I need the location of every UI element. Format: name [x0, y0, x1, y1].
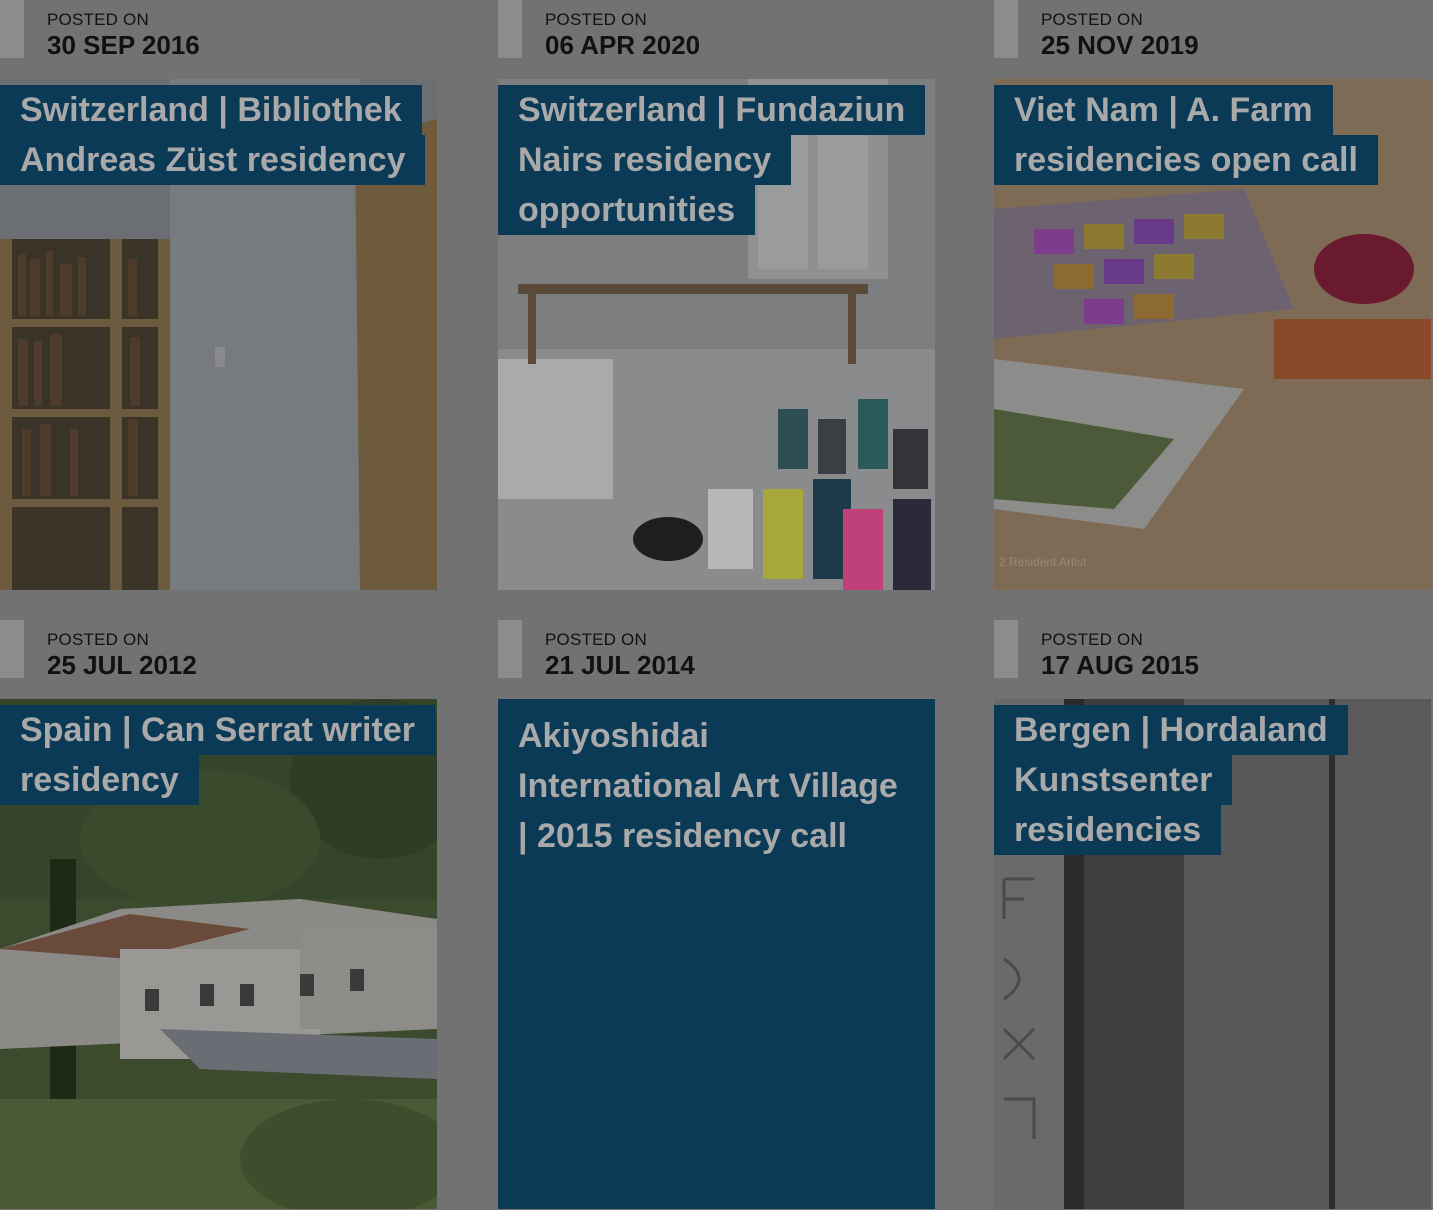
- post-date: 06 APR 2020: [545, 30, 701, 60]
- post-meta: POSTED ON 17 AUG 2015: [994, 620, 1431, 699]
- post-card[interactable]: POSTED ON 25 NOV 2019 2 Resident Artist: [994, 0, 1431, 590]
- post-title-wrap: Spain | Can Serrat writer residency: [0, 705, 435, 805]
- post-title[interactable]: Switzerland | Fundaziun Nairs residency …: [498, 85, 926, 235]
- posted-on-label: POSTED ON: [545, 10, 647, 29]
- post-thumbnail[interactable]: 2 Resident Artist Viet Nam | A. Farm res…: [994, 79, 1431, 590]
- post-card[interactable]: POSTED ON 21 JUL 2014 Akiyoshidai Intern…: [498, 620, 935, 1209]
- post-thumbnail[interactable]: Switzerland | Bibliothek Andreas Züst re…: [0, 79, 437, 590]
- post-title-wrap: Viet Nam | A. Farm residencies open call: [994, 85, 1421, 185]
- post-title-wrap: Switzerland | Bibliothek Andreas Züst re…: [0, 85, 427, 185]
- post-meta: POSTED ON 21 JUL 2014: [498, 620, 935, 699]
- post-date: 30 SEP 2016: [47, 30, 200, 60]
- post-meta: POSTED ON 25 NOV 2019: [994, 0, 1431, 79]
- meta-accent-bar: [498, 620, 522, 678]
- post-thumbnail[interactable]: Spain | Can Serrat writer residency: [0, 699, 437, 1209]
- post-meta: POSTED ON 25 JUL 2012: [0, 620, 437, 699]
- posted-on-label: POSTED ON: [1041, 10, 1143, 29]
- post-thumbnail[interactable]: Akiyoshidai International Art Village | …: [498, 699, 935, 1209]
- post-title[interactable]: Akiyoshidai International Art Village | …: [518, 711, 905, 861]
- post-meta: POSTED ON 06 APR 2020: [498, 0, 935, 79]
- post-card[interactable]: POSTED ON 30 SEP 2016 Switzerland | Bibl…: [0, 0, 437, 590]
- post-card[interactable]: POSTED ON 17 AUG 2015 Bergen | Hordaland…: [994, 620, 1431, 1209]
- post-thumbnail[interactable]: Switzerland | Fundaziun Nairs residency …: [498, 79, 935, 590]
- post-date: 25 NOV 2019: [1041, 30, 1199, 60]
- post-title[interactable]: Spain | Can Serrat writer residency: [0, 705, 435, 805]
- post-date: 21 JUL 2014: [545, 650, 695, 680]
- posted-on-label: POSTED ON: [47, 10, 149, 29]
- post-meta: POSTED ON 30 SEP 2016: [0, 0, 437, 79]
- post-title[interactable]: Bergen | Hordaland Kunstsenter residenci…: [994, 705, 1348, 855]
- meta-accent-bar: [0, 620, 24, 678]
- posted-on-label: POSTED ON: [1041, 630, 1143, 649]
- image-caption: 2 Resident Artist: [999, 555, 1087, 569]
- post-title[interactable]: Viet Nam | A. Farm residencies open call: [994, 85, 1378, 185]
- posted-on-label: POSTED ON: [545, 630, 647, 649]
- post-thumbnail[interactable]: Bergen | Hordaland Kunstsenter residenci…: [994, 699, 1431, 1209]
- post-title[interactable]: Switzerland | Bibliothek Andreas Züst re…: [0, 85, 426, 185]
- post-date: 17 AUG 2015: [1041, 650, 1200, 680]
- post-card[interactable]: POSTED ON 25 JUL 2012 Spain | Can Serrat…: [0, 620, 437, 1209]
- post-date: 25 JUL 2012: [47, 650, 197, 680]
- meta-accent-bar: [0, 0, 24, 58]
- post-title-wrap: Bergen | Hordaland Kunstsenter residenci…: [994, 705, 1421, 855]
- post-title-wrap: Switzerland | Fundaziun Nairs residency …: [498, 85, 926, 235]
- post-card[interactable]: POSTED ON 06 APR 2020 Switzerland | Fund…: [498, 0, 935, 590]
- meta-accent-bar: [994, 620, 1018, 678]
- meta-accent-bar: [994, 0, 1018, 58]
- meta-accent-bar: [498, 0, 522, 58]
- posted-on-label: POSTED ON: [47, 630, 149, 649]
